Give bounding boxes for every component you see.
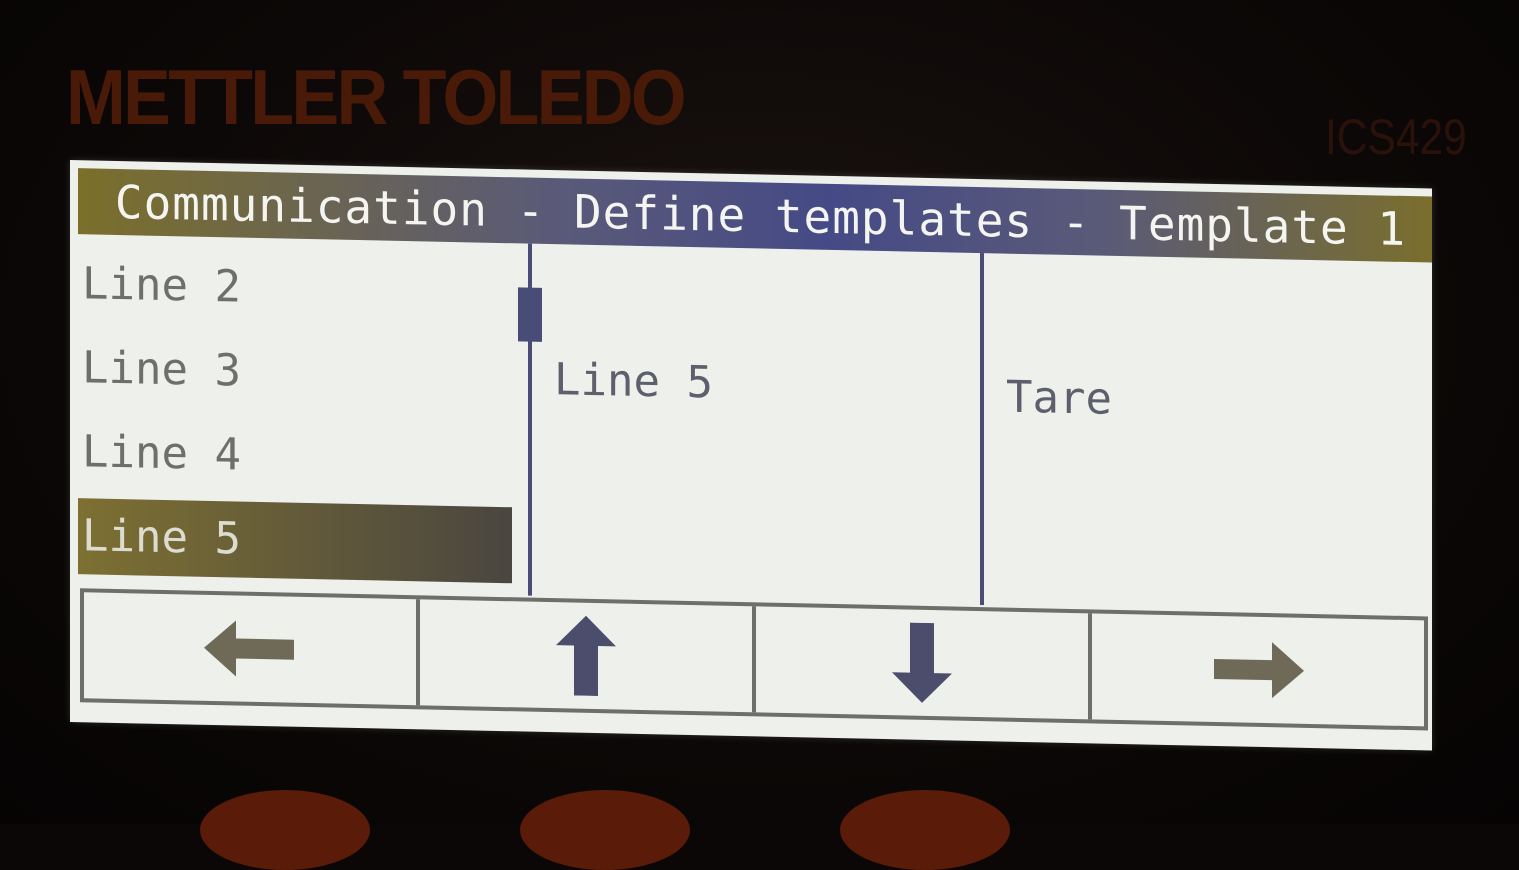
line-list: Line 2 Line 3 Line 4 Line 5 bbox=[78, 234, 542, 595]
softkey-right[interactable] bbox=[1092, 613, 1424, 726]
selected-line-value: Line 5 bbox=[554, 354, 713, 409]
arrow-left-icon bbox=[204, 620, 294, 677]
list-item-line-3[interactable]: Line 3 bbox=[78, 330, 512, 415]
list-item-label: Line 5 bbox=[82, 510, 241, 565]
list-item-line-4[interactable]: Line 4 bbox=[78, 414, 512, 499]
lcd-screen: Communication - Define templates - Templ… bbox=[70, 160, 1432, 751]
arrow-down-icon bbox=[892, 622, 952, 703]
device-bezel: METTLER TOLEDO ICS429 Communication - De… bbox=[0, 0, 1519, 870]
hardware-key-1[interactable] bbox=[200, 790, 370, 870]
line-content-value[interactable]: Tare bbox=[1006, 372, 1112, 425]
selected-line-panel: Line 5 bbox=[528, 243, 982, 606]
list-item-line-5-selected[interactable]: Line 5 bbox=[78, 498, 512, 584]
hardware-key-3[interactable] bbox=[840, 790, 1010, 870]
softkey-left[interactable] bbox=[84, 592, 420, 706]
arrow-right-icon bbox=[1214, 642, 1304, 699]
line-content-panel: Tare bbox=[980, 253, 1432, 615]
softkey-down[interactable] bbox=[756, 606, 1092, 720]
arrow-up-icon bbox=[556, 615, 616, 697]
list-item-label: Line 4 bbox=[82, 426, 241, 481]
list-item-label: Line 3 bbox=[82, 342, 241, 397]
brand-logo: METTLER TOLEDO bbox=[66, 53, 687, 141]
list-item-line-2[interactable]: Line 2 bbox=[78, 246, 512, 331]
list-item-label: Line 2 bbox=[82, 258, 241, 313]
model-label: ICS429 bbox=[1325, 109, 1467, 165]
softkey-up[interactable] bbox=[420, 599, 756, 713]
hardware-key-2[interactable] bbox=[520, 790, 690, 870]
